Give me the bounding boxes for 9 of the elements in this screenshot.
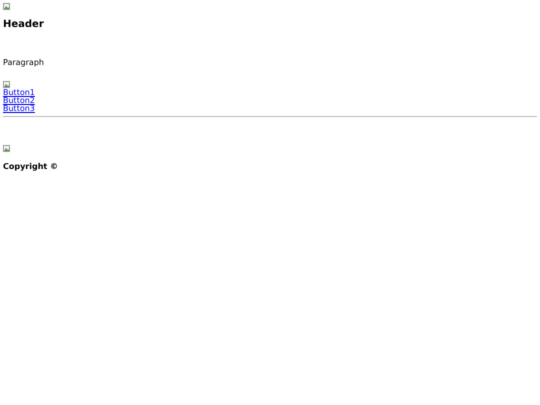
page-header: Header	[3, 19, 44, 31]
broken-image-icon	[3, 3, 10, 10]
link[interactable]: Button2	[3, 97, 35, 105]
copyright-text: Copyright ©	[3, 162, 58, 172]
broken-image-icon	[3, 81, 10, 88]
link[interactable]: Button3	[3, 105, 35, 113]
link[interactable]: Button1	[3, 89, 35, 97]
broken-image-icon	[3, 145, 10, 152]
paragraph: Paragraph	[3, 58, 44, 68]
